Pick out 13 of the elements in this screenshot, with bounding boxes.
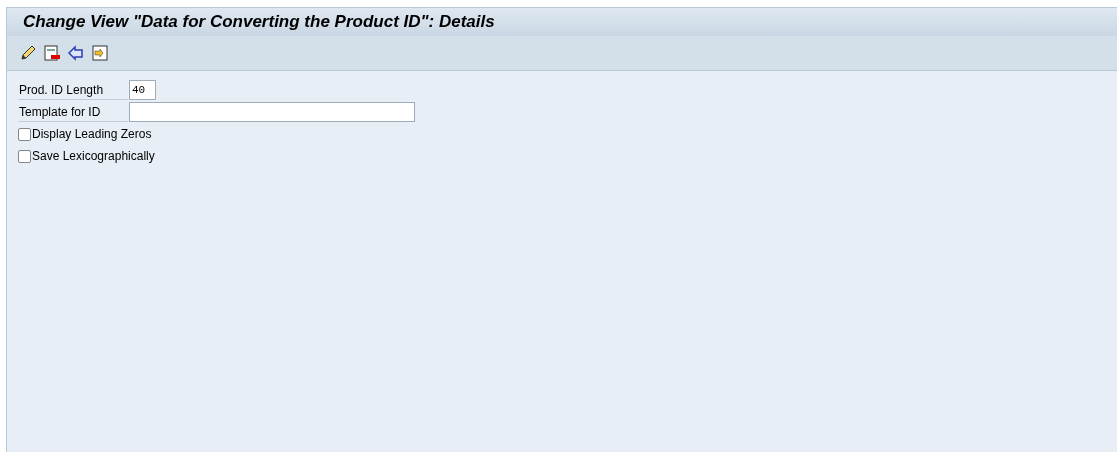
edit-icon[interactable] (19, 44, 37, 62)
document-icon[interactable] (91, 44, 109, 62)
window-title: Change View "Data for Converting the Product ID": Details (23, 11, 495, 34)
field-label: Prod. ID Length (18, 80, 128, 100)
delete-icon[interactable] (43, 44, 61, 62)
input-field[interactable] (129, 102, 415, 122)
checkbox-label: Display Leading Zeros (32, 126, 152, 143)
field-label: Template for ID (18, 102, 128, 122)
input-field[interactable]: 40 (129, 80, 156, 100)
checkbox[interactable] (18, 149, 31, 163)
checkbox[interactable] (18, 127, 31, 141)
undo-icon[interactable] (67, 44, 85, 62)
checkbox-label: Save Lexicographically (32, 148, 155, 165)
